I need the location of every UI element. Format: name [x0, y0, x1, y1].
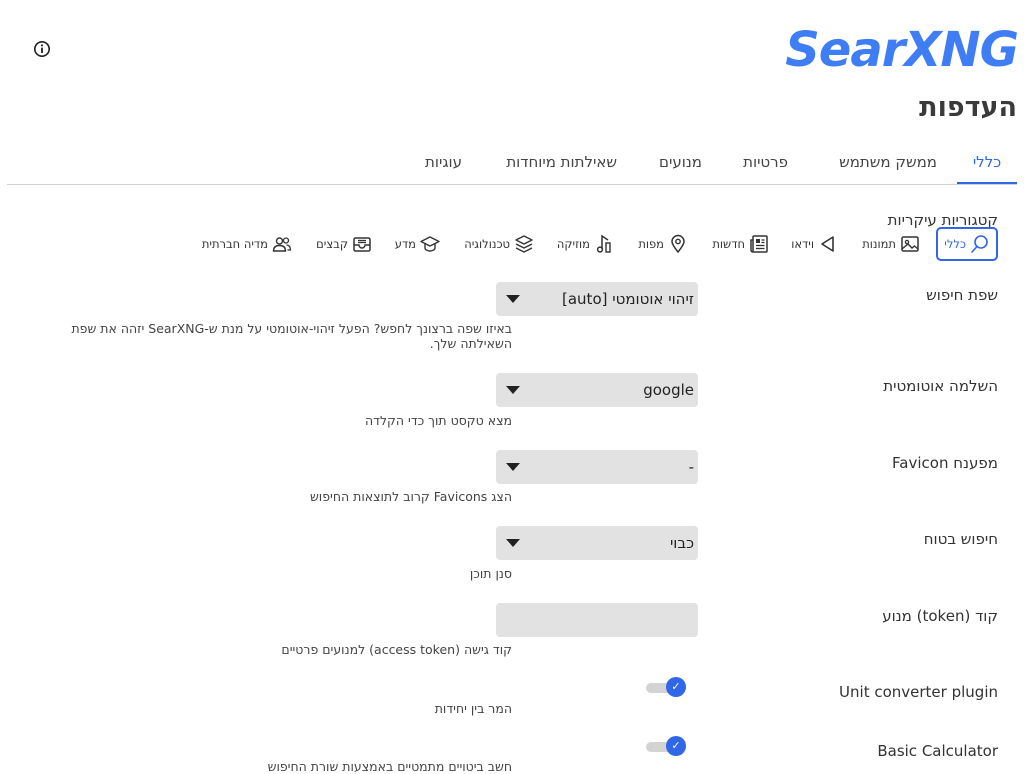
safesearch-select[interactable]: כבוי — [496, 526, 698, 560]
category-general[interactable]: כללי — [936, 227, 998, 261]
safesearch-value: כבוי — [669, 534, 694, 552]
calculator-label: Basic Calculator — [877, 742, 998, 760]
category-videos[interactable]: וידאו — [791, 229, 838, 259]
chevron-down-icon — [506, 463, 520, 471]
favicon-select[interactable]: - — [496, 450, 698, 484]
tab-special-queries[interactable]: שאילתות מיוחדות — [506, 142, 617, 182]
category-label: מדיה חברתית — [201, 237, 268, 251]
calculator-help: חשב ביטויים מתמטיים באמצעות שורת החיפוש — [267, 759, 512, 774]
image-icon — [900, 234, 920, 254]
category-science[interactable]: מדע — [395, 229, 440, 259]
tab-general[interactable]: כללי — [957, 142, 1017, 184]
tab-user-interface[interactable]: ממשק משתמש — [839, 142, 937, 182]
category-label: וידאו — [791, 237, 814, 251]
category-label: כללי — [944, 237, 966, 251]
safesearch-help: סנן תוכן — [469, 566, 512, 581]
newspaper-icon — [749, 234, 769, 254]
page-title: העדפות — [919, 92, 1017, 123]
language-value: זיהוי אוטומטי [auto] — [562, 290, 694, 308]
category-list: כללי תמונות וידאו חדשות מפות מוזיקה טכנו… — [0, 227, 1024, 261]
category-label: קבצים — [316, 237, 348, 251]
unit-converter-toggle[interactable]: ✓ — [646, 677, 686, 697]
file-tray-icon — [352, 234, 372, 254]
token-help: קוד גישה (access token) למנועים פרטיים — [281, 642, 512, 657]
category-it[interactable]: טכנולוגיה — [464, 229, 534, 259]
chevron-down-icon — [506, 386, 520, 394]
language-label: שפת חיפוש — [926, 286, 998, 304]
tab-privacy[interactable]: פרטיות — [743, 142, 788, 182]
language-help: באיזו שפה ברצונך לחפש? הפעל זיהוי-אוטומט… — [71, 321, 512, 351]
graduation-cap-icon — [420, 234, 440, 254]
search-icon — [970, 234, 990, 254]
category-label: תמונות — [862, 237, 896, 251]
preferences-tabs: כללי ממשק משתמש פרטיות מנועים שאילתות מי… — [7, 142, 1017, 185]
category-label: חדשות — [712, 237, 745, 251]
autocomplete-select[interactable]: google — [496, 373, 698, 407]
unit-converter-help: המר בין יחידות — [434, 701, 512, 716]
checkmark-icon: ✓ — [666, 736, 686, 756]
favicon-value: - — [688, 458, 694, 476]
chevron-down-icon — [506, 295, 520, 303]
tab-cookies[interactable]: עוגיות — [425, 142, 462, 182]
autocomplete-help: מצא טקסט תוך כדי הקלדה — [364, 413, 512, 428]
searxng-logo[interactable]: SearXNG — [785, 22, 1019, 78]
autocomplete-label: השלמה אוטומטית — [883, 377, 998, 395]
favicon-help: הצג Favicons קרוב לתוצאות החיפוש — [309, 489, 512, 504]
favicon-label: מפענח Favicon — [892, 454, 998, 472]
token-input[interactable] — [496, 603, 698, 637]
category-news[interactable]: חדשות — [712, 229, 769, 259]
autocomplete-value: google — [643, 381, 694, 399]
calculator-toggle[interactable]: ✓ — [646, 736, 686, 756]
play-icon — [818, 234, 838, 254]
category-label: מוזיקה — [556, 237, 590, 251]
info-icon[interactable] — [33, 40, 51, 58]
map-pin-icon — [668, 234, 688, 254]
people-icon — [272, 234, 292, 254]
category-label: מדע — [394, 237, 416, 251]
category-label: טכנולוגיה — [464, 237, 510, 251]
category-images[interactable]: תמונות — [862, 229, 920, 259]
unit-converter-label: Unit converter plugin — [839, 683, 998, 701]
category-music[interactable]: מוזיקה — [557, 229, 614, 259]
category-files[interactable]: קבצים — [316, 229, 372, 259]
layers-icon — [514, 234, 534, 254]
checkmark-icon: ✓ — [666, 677, 686, 697]
tab-engines[interactable]: מנועים — [659, 142, 702, 182]
music-icon — [594, 234, 614, 254]
category-social-media[interactable]: מדיה חברתית — [202, 229, 292, 259]
category-label: מפות — [638, 237, 664, 251]
token-label: קוד (token) מנוע — [882, 607, 998, 625]
safesearch-label: חיפוש בטוח — [923, 530, 998, 548]
category-map[interactable]: מפות — [638, 229, 688, 259]
language-select[interactable]: זיהוי אוטומטי [auto] — [496, 282, 698, 316]
chevron-down-icon — [506, 539, 520, 547]
